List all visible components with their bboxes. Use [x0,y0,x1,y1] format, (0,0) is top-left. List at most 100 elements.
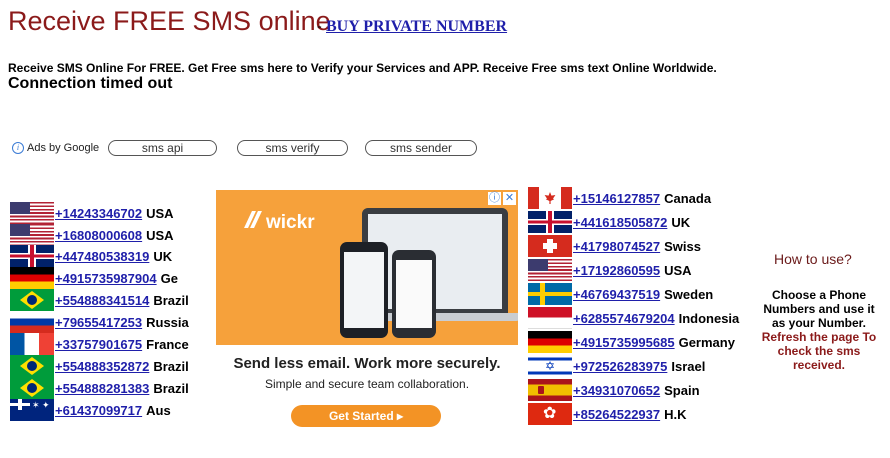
brazil-flag-icon [10,377,54,399]
country-label: Spain [664,382,700,398]
phone-number-link[interactable]: +33757901675 [55,337,142,352]
country-label: USA [664,262,692,278]
phone-number-link[interactable]: +441618505872 [573,215,667,230]
list-item: +15146127857 Canada [528,187,711,209]
phone-number-link[interactable]: +41798074527 [573,239,660,254]
phone-number-link[interactable]: +4915735995685 [573,335,675,350]
connection-status: Connection timed out [8,75,173,92]
title-separator: - [317,19,322,34]
list-item: +554888281383 Brazil [10,377,189,399]
spain-flag-icon [528,379,572,401]
ad-chip-sms-verify[interactable]: sms verify [237,140,348,156]
page-title: Receive FREE SMS online [8,6,331,36]
australia-flag-icon [10,399,54,421]
uk-flag-icon [528,211,572,233]
phone-number-link[interactable]: +85264522937 [573,407,660,422]
sweden-flag-icon [528,283,572,305]
country-label: Ge [160,270,178,286]
list-item: +34931070652 Spain [528,379,700,401]
country-label: Indonesia [678,310,740,326]
buy-private-number-link[interactable]: BUY PRIVATE NUMBER [326,18,507,36]
swiss-flag-icon [528,235,572,257]
list-item: +441618505872 UK [528,211,690,233]
phone-number-link[interactable]: +15146127857 [573,191,660,206]
hongkong-flag-icon [528,403,572,425]
country-label: Brazil [153,358,189,374]
country-label: Brazil [153,292,189,308]
help-instructions: Choose a Phone Numbers and use it as you… [763,288,875,330]
ads-by-google-label: Ads by Google [27,142,100,154]
country-label: Sweden [664,286,714,302]
how-to-use-heading: How to use? [774,251,852,267]
phone-number-link[interactable]: +46769437519 [573,287,660,302]
list-item: +85264522937 H.K [528,403,687,425]
ads-by-google[interactable]: i Ads by Google [12,142,99,154]
country-label: Swiss [664,238,701,254]
us-flag-icon [10,202,54,224]
phone-number-link[interactable]: +972526283975 [573,359,667,374]
list-item: +61437099717 Aus [10,399,171,421]
phone-number-link[interactable]: +79655417253 [55,315,142,330]
israel-flag-icon [528,355,572,377]
list-item: +6285574679204 Indonesia [528,307,739,329]
country-label: USA [146,227,174,243]
germany-flag-icon [528,331,572,353]
phone-number-link[interactable]: +554888281383 [55,381,149,396]
wickr-ad-banner[interactable]: wickr ⓘ ✕ Send less email. Work more sec… [216,190,518,441]
country-label: UK [671,214,691,230]
ad-close-icon[interactable]: ✕ [503,192,516,205]
list-item: +33757901675 France [10,333,189,355]
list-item: +17192860595 USA [528,259,692,281]
country-label: Russia [146,314,189,330]
phone-number-link[interactable]: +554888341514 [55,293,149,308]
us-flag-icon [528,259,572,281]
list-item: +972526283975 Israel [528,355,705,377]
phone-number-link[interactable]: +17192860595 [573,263,660,278]
help-refresh-note: Refresh the page To check the sms receiv… [761,330,877,372]
ad-headline: Send less email. Work more securely. [233,355,501,372]
indonesia-flag-icon [528,307,572,329]
phone-number-link[interactable]: +554888352872 [55,359,149,374]
uk-flag-icon [10,245,54,267]
how-to-use-text: Choose a Phone Numbers and use it as you… [760,288,878,372]
list-item: +41798074527 Swiss [528,235,701,257]
phone-number-link[interactable]: +34931070652 [573,383,660,398]
ad-subline: Simple and secure team collaboration. [264,377,470,391]
country-label: UK [153,248,173,264]
ad-chip-sms-sender[interactable]: sms sender [365,140,477,156]
phone-number-link[interactable]: +14243346702 [55,206,142,221]
ad-brand: wickr [266,211,315,233]
brazil-flag-icon [10,289,54,311]
country-label: Aus [146,402,171,418]
country-label: Canada [664,190,712,206]
phone-number-link[interactable]: +447480538319 [55,249,149,264]
phone-number-link[interactable]: +61437099717 [55,403,142,418]
country-label: Brazil [153,380,189,396]
ad-info-icon[interactable]: ⓘ [488,192,501,205]
ad-get-started-button[interactable]: Get Started ▸ [291,405,441,427]
list-item: +447480538319 UK [10,245,172,267]
wickr-slashes-icon [244,211,262,234]
ad-controls: ⓘ ✕ [488,192,516,205]
country-label: Israel [671,358,706,374]
ad-chip-sms-api[interactable]: sms api [108,140,217,156]
country-label: H.K [664,406,687,422]
list-item: +4915735995685 Germany [528,331,735,353]
intro-text: Receive SMS Online For FREE. Get Free sm… [8,61,717,75]
country-label: Germany [678,334,735,350]
info-icon[interactable]: i [12,142,24,154]
country-label: USA [146,205,174,221]
phone-number-link[interactable]: +16808000608 [55,228,142,243]
france-flag-icon [10,333,54,355]
phone-number-link[interactable]: +4915735987904 [55,271,157,286]
country-label: France [146,336,189,352]
list-item: +14243346702 USA [10,202,174,224]
phone-number-link[interactable]: +6285574679204 [573,311,675,326]
russia-flag-icon [10,311,54,333]
germany-flag-icon [10,267,54,289]
us-flag-icon [10,224,54,246]
list-item: +46769437519 Sweden [528,283,713,305]
phone-screen-illustration [396,260,432,328]
list-item: +4915735987904 Ge [10,267,178,289]
list-item: +79655417253 Russia [10,311,189,333]
